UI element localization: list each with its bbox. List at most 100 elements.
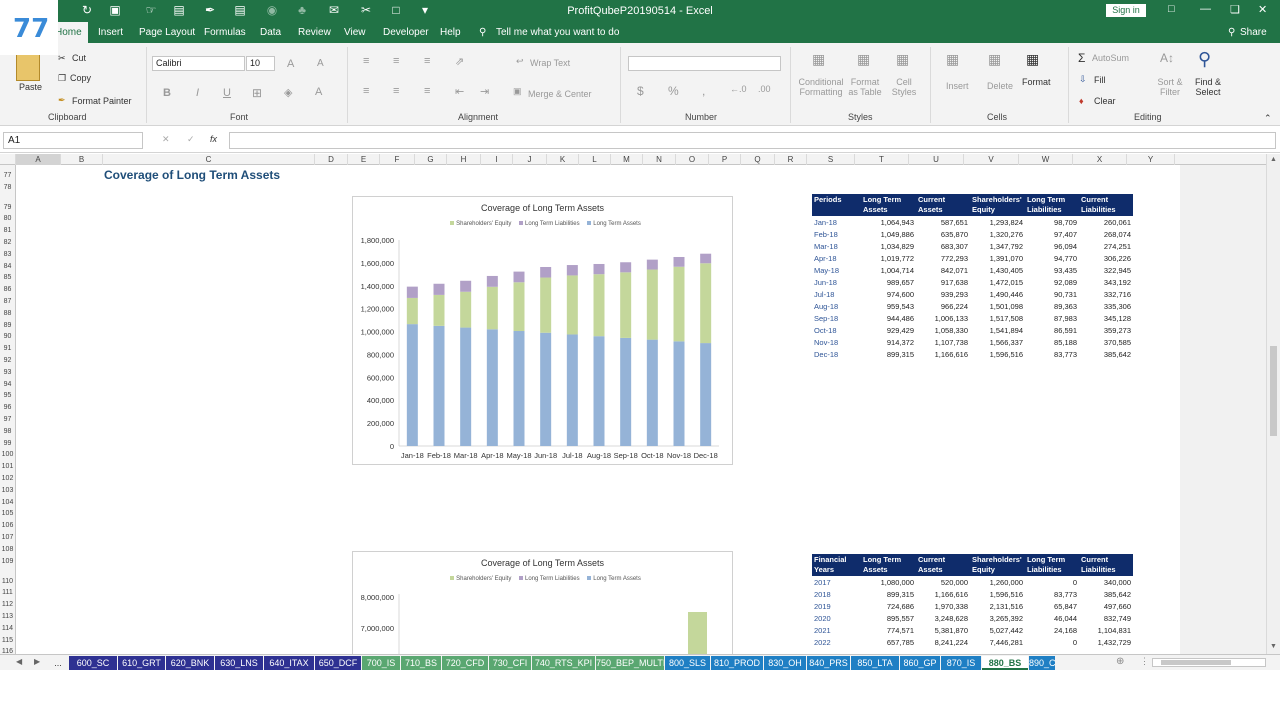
row-header-81[interactable]: 81 [0,227,15,234]
column-header-c[interactable]: C [103,154,315,165]
row-header-100[interactable]: 100 [0,451,15,458]
row-header-83[interactable]: 83 [0,251,15,258]
row-header-84[interactable]: 84 [0,263,15,270]
column-header-h[interactable]: H [447,154,481,165]
row-header-94[interactable]: 94 [0,381,15,388]
merge-icon[interactable]: ▣ [513,86,522,97]
horizontal-scrollbar[interactable] [1152,658,1266,667]
align-right-icon[interactable]: ≡ [424,85,430,97]
sign-in-button[interactable]: Sign in [1106,4,1146,17]
percent-icon[interactable]: % [668,84,679,98]
column-header-w[interactable]: W [1019,154,1073,165]
align-top-icon[interactable]: ≡ [363,55,369,67]
row-header-85[interactable]: 85 [0,274,15,281]
copy-icon[interactable]: ❐ [58,73,66,84]
tab-view[interactable]: View [344,27,366,38]
column-header-f[interactable]: F [380,154,415,165]
delete-cells-button[interactable]: Delete [987,81,1013,91]
row-header-97[interactable]: 97 [0,416,15,423]
column-header-u[interactable]: U [909,154,964,165]
format-cells-icon[interactable]: ▦ [1026,51,1039,68]
sheet-tab-880_bs[interactable]: 880_BS [982,656,1028,670]
font-name-select[interactable]: Calibri [152,56,245,71]
underline-icon[interactable]: U [223,87,231,99]
sort-filter-button[interactable]: Sort & Filter [1155,77,1185,97]
row-header-106[interactable]: 106 [0,522,15,529]
row-header-82[interactable]: 82 [0,239,15,246]
insert-cells-button[interactable]: Insert [946,81,969,91]
sheet-tab-640_itax[interactable]: 640_ITAX [264,656,314,670]
sheet-tab-720_cfd[interactable]: 720_CFD [442,656,488,670]
comma-icon[interactable]: , [702,84,705,98]
sheet-tab-830_oh[interactable]: 830_OH [764,656,806,670]
close-icon[interactable]: ✕ [1258,3,1267,16]
font-color-icon[interactable]: A [315,86,322,98]
align-left-icon[interactable]: ≡ [363,85,369,97]
conditional-formatting-icon[interactable]: ▦ [812,51,825,68]
sheet-tab-840_prs[interactable]: 840_PRS [807,656,850,670]
column-header-q[interactable]: Q [741,154,775,165]
row-header-103[interactable]: 103 [0,487,15,494]
tab-formulas[interactable]: Formulas [204,27,246,38]
column-header-v[interactable]: V [964,154,1019,165]
scroll-down-icon[interactable]: ▼ [1270,643,1277,650]
row-header-111[interactable]: 111 [0,589,15,596]
row-header-113[interactable]: 113 [0,613,15,620]
fill-color-icon[interactable]: ◈ [284,86,292,99]
horizontal-scroll-thumb[interactable] [1161,660,1231,665]
restore-icon[interactable]: ❏ [1230,3,1240,16]
column-header-g[interactable]: G [415,154,447,165]
font-size-select[interactable]: 10 [246,56,275,71]
scroll-up-icon[interactable]: ▲ [1270,156,1277,163]
increase-indent-icon[interactable]: ⇥ [480,85,489,98]
wrap-text-icon[interactable]: ↩ [516,56,524,67]
cut-button[interactable]: Cut [72,53,86,63]
insert-function-icon[interactable]: fx [210,134,217,144]
new-sheet-icon[interactable]: ⊕ [1116,656,1124,667]
sheet-tab-730_cfi[interactable]: 730_CFI [489,656,531,670]
row-header-102[interactable]: 102 [0,475,15,482]
chart-yearly[interactable]: Coverage of Long Term Assets Shareholder… [352,551,733,654]
row-header-110[interactable]: 110 [0,578,15,585]
decrease-font-icon[interactable]: A [317,58,324,69]
orientation-icon[interactable]: ⇗ [455,55,464,68]
row-header-79[interactable]: 79 [0,204,15,211]
column-header-t[interactable]: T [855,154,909,165]
sheet-tab-860_gp[interactable]: 860_GP [900,656,940,670]
increase-decimal-icon[interactable]: ←.0 [730,84,747,94]
sheet-tab-620_bnk[interactable]: 620_BNK [166,656,214,670]
sheet-tab-750_bep_multi[interactable]: 750_BEP_MULTI [596,656,664,670]
row-header-101[interactable]: 101 [0,463,15,470]
cut-icon[interactable]: ✂ [58,53,66,64]
sheet-tab-630_lns[interactable]: 630_LNS [215,656,263,670]
ribbon-options-icon[interactable]: □ [1168,3,1175,15]
column-header-y[interactable]: Y [1127,154,1175,165]
row-header-95[interactable]: 95 [0,392,15,399]
column-header-e[interactable]: E [348,154,380,165]
row-header-78[interactable]: 78 [0,184,15,191]
column-header-l[interactable]: L [579,154,611,165]
format-painter-icon[interactable]: ✒ [58,95,66,106]
bold-icon[interactable]: B [163,87,171,99]
tab-review[interactable]: Review [298,27,331,38]
find-icon[interactable]: ⚲ [1198,49,1211,70]
format-as-table-icon[interactable]: ▦ [857,51,870,68]
next-sheet-icon[interactable]: ▶ [34,657,40,666]
sheet-tab-610_grt[interactable]: 610_GRT [118,656,165,670]
column-header-o[interactable]: O [676,154,709,165]
worksheet-grid[interactable]: Coverage of Long Term Assets Coverage of… [16,165,1180,654]
more-sheets-button[interactable]: ... [48,656,68,670]
sheet-tab-850_lta[interactable]: 850_LTA [851,656,899,670]
autosum-button[interactable]: AutoSum [1092,53,1129,63]
vertical-scrollbar[interactable]: ▲ ▼ [1266,154,1280,654]
tell-me-search[interactable]: Tell me what you want to do [496,27,619,38]
row-header-104[interactable]: 104 [0,499,15,506]
row-header-77[interactable]: 77 [0,172,15,179]
column-header-r[interactable]: R [775,154,807,165]
column-header-d[interactable]: D [315,154,348,165]
tab-insert[interactable]: Insert [98,27,123,38]
align-center-icon[interactable]: ≡ [393,85,399,97]
formula-input[interactable] [229,132,1276,149]
row-header-92[interactable]: 92 [0,357,15,364]
column-header-b[interactable]: B [61,154,103,165]
